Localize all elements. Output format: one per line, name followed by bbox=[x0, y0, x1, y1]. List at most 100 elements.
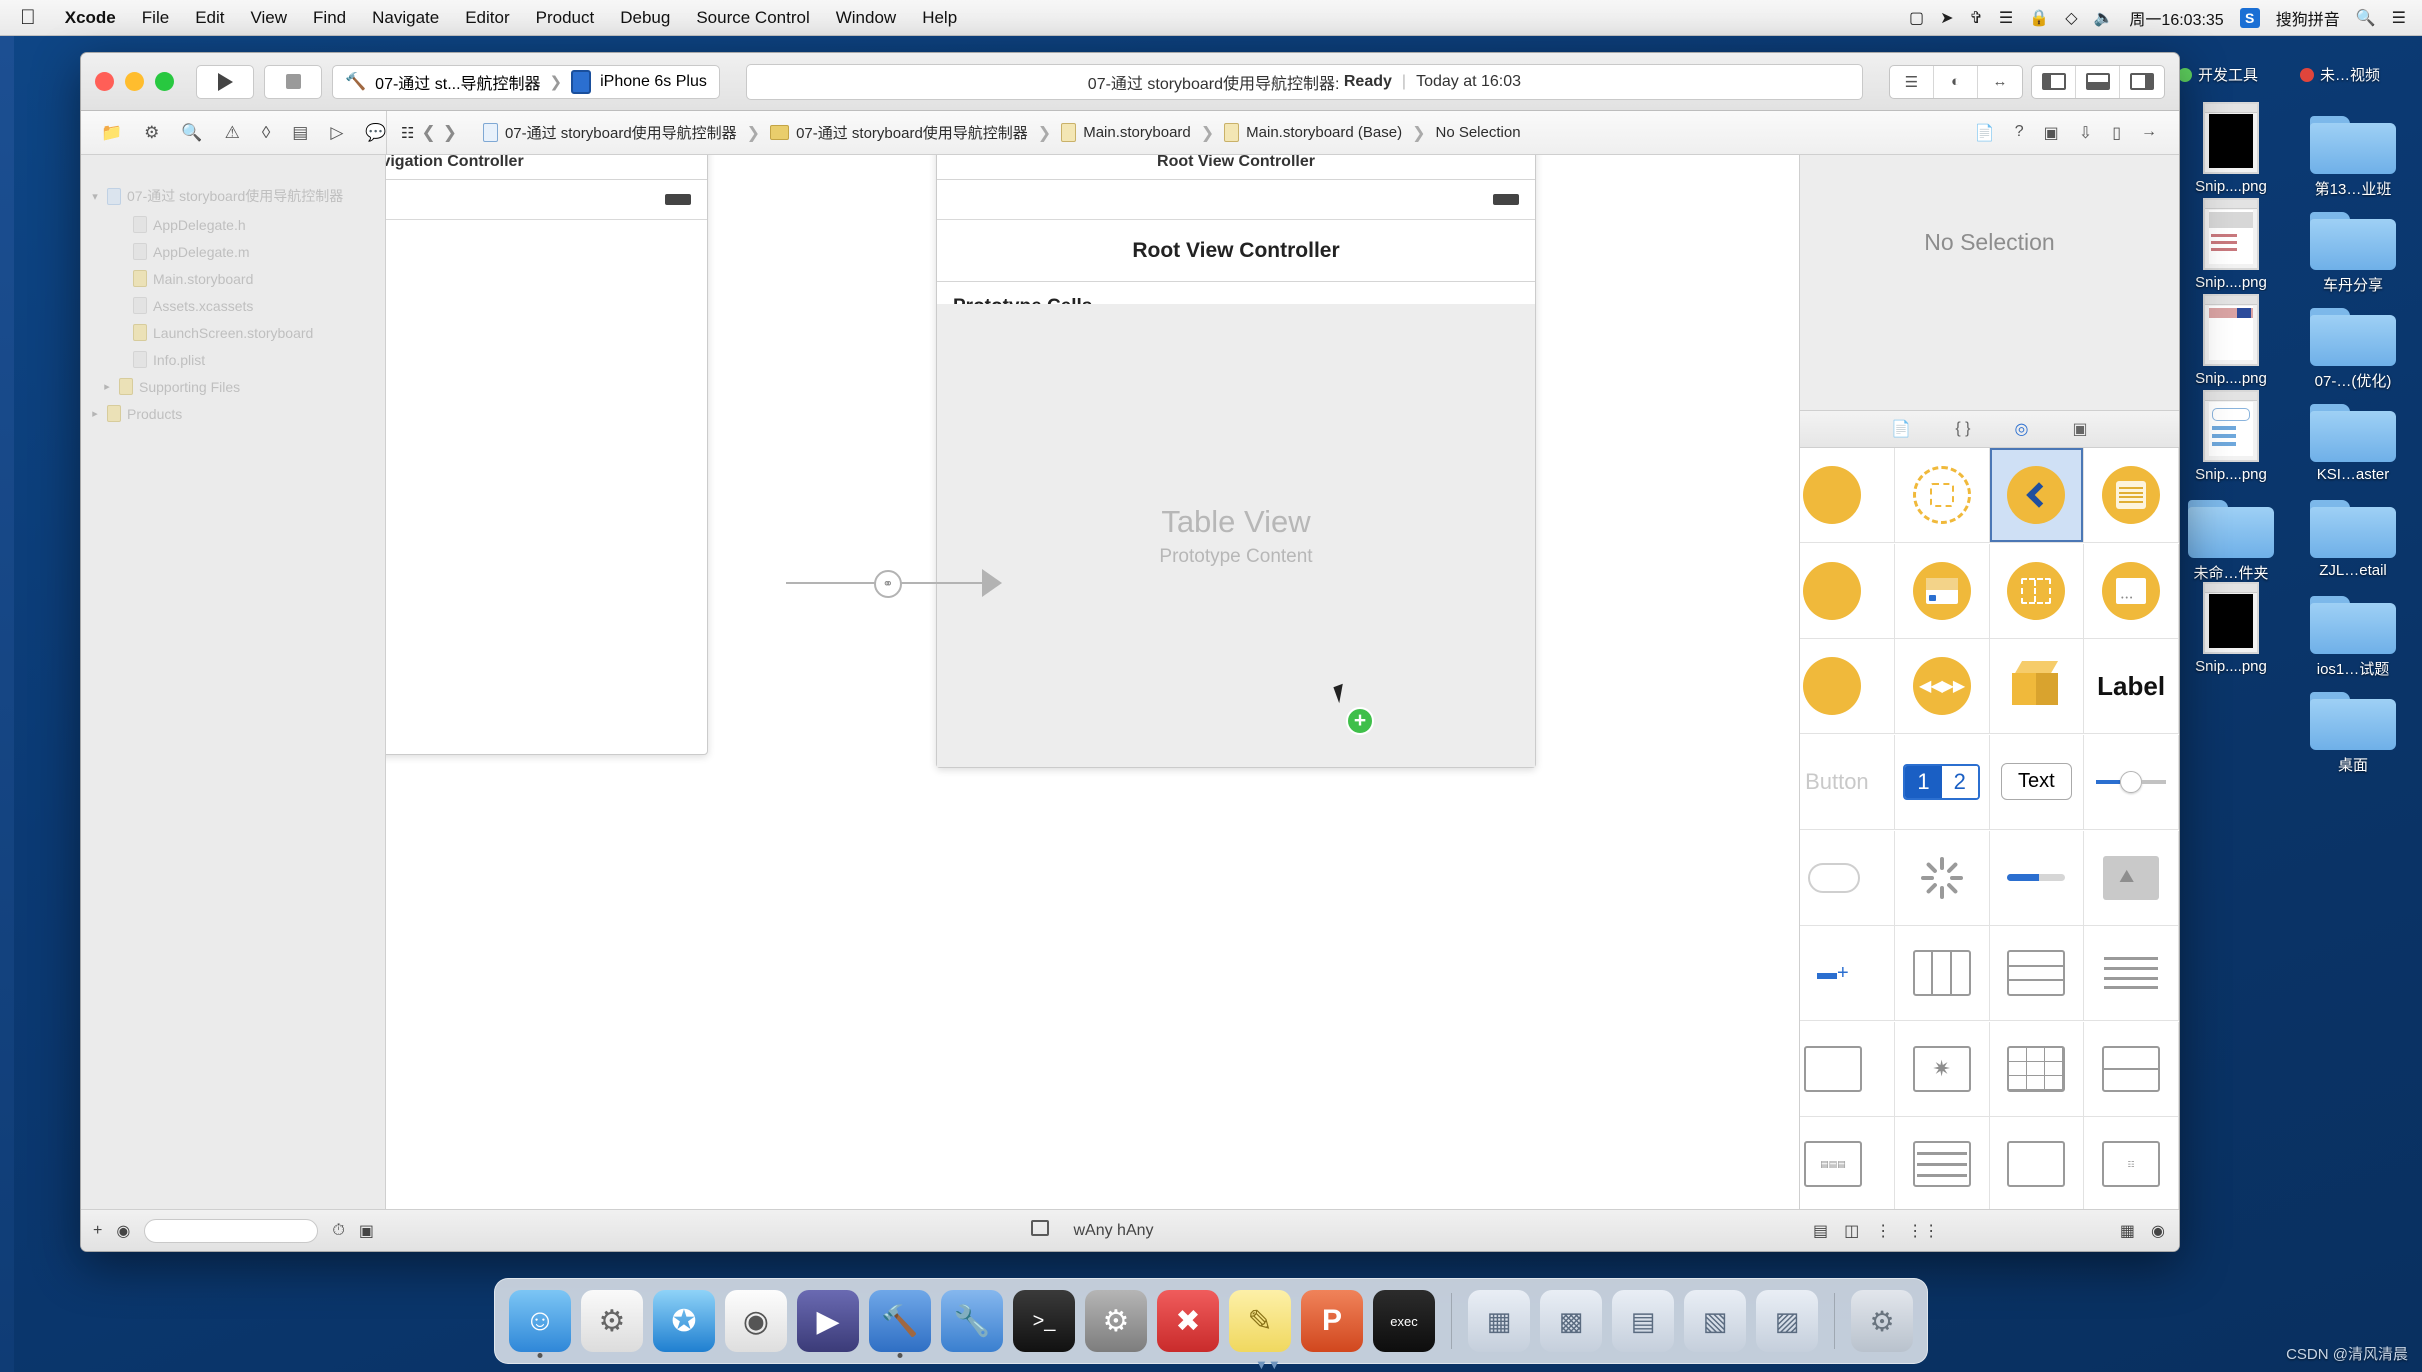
desktop-icon[interactable]: 第13…业班 bbox=[2294, 100, 2412, 199]
xcode-icon[interactable]: 🔨 bbox=[869, 1290, 931, 1358]
container-view-object[interactable] bbox=[1894, 448, 1990, 543]
breakpoint-navigator-icon[interactable]: ▷ bbox=[330, 123, 343, 143]
download-icon[interactable]: ⇩ bbox=[2079, 123, 2092, 143]
menu-item-navigate[interactable]: Navigate bbox=[359, 8, 452, 28]
switch-object[interactable] bbox=[1800, 830, 1895, 926]
hide-icon[interactable]: → bbox=[2141, 123, 2157, 143]
recent-window-2[interactable]: ▩ bbox=[1540, 1290, 1602, 1352]
quicktime-icon[interactable]: ▶ bbox=[797, 1290, 859, 1352]
volume-icon[interactable]: 🔈 bbox=[2094, 8, 2114, 28]
stop-button[interactable] bbox=[264, 64, 322, 99]
forward-chevron-icon[interactable]: ❯ bbox=[443, 123, 457, 143]
maximize-window-button[interactable] bbox=[155, 72, 174, 91]
date-picker-object[interactable]: ☷ bbox=[2084, 1117, 2179, 1213]
embed-icon[interactable]: ⋮⋮ bbox=[1907, 1221, 1939, 1241]
source-control-navigator-icon[interactable]: ⚙ bbox=[144, 123, 159, 143]
table-view-placeholder[interactable]: Table View Prototype Content bbox=[937, 304, 1535, 767]
document-outline-icon[interactable] bbox=[1031, 1220, 1050, 1241]
segmented-control-object[interactable]: 12 bbox=[1894, 734, 1990, 830]
navigation-item-object[interactable] bbox=[1894, 543, 1990, 639]
menu-item-help[interactable]: Help bbox=[909, 8, 970, 28]
disclosure-triangle-icon[interactable]: ▸ bbox=[89, 407, 101, 420]
tree-row[interactable]: AppDelegate.h bbox=[81, 211, 385, 238]
menu-item-view[interactable]: View bbox=[237, 8, 300, 28]
debug-area-toggle-icon[interactable] bbox=[2076, 65, 2120, 98]
menu-item-source-control[interactable]: Source Control bbox=[683, 8, 822, 28]
lock-icon[interactable]: 🔒 bbox=[2029, 8, 2049, 28]
report-navigator-icon[interactable]: 💬 bbox=[365, 123, 386, 143]
utilities-toggle-icon[interactable] bbox=[2120, 66, 2164, 98]
notification-center-icon[interactable]: ☰ bbox=[2392, 8, 2406, 28]
navigation-controller-scene[interactable]: Navigation Controller bbox=[386, 155, 708, 755]
desktop-icon[interactable]: Snip....png bbox=[2172, 196, 2290, 291]
scroll-view-object[interactable]: ✷ bbox=[1894, 1021, 1990, 1117]
desktop-icon[interactable]: Snip....png bbox=[2172, 580, 2290, 675]
xmind-icon[interactable]: ✖ bbox=[1157, 1290, 1219, 1352]
split-view-controller-object[interactable] bbox=[1989, 543, 2085, 639]
relationship-segue[interactable]: ⚭ bbox=[786, 569, 1002, 598]
stepper-object[interactable]: ▬+ bbox=[1800, 926, 1895, 1022]
xcode-beta-icon[interactable]: 🔧 bbox=[941, 1290, 1003, 1352]
image-view-object[interactable] bbox=[2084, 830, 2179, 926]
back-chevron-icon[interactable]: ❮ bbox=[421, 123, 435, 143]
text-view-object[interactable] bbox=[1800, 1021, 1895, 1117]
desktop-icon[interactable]: KSI…aster bbox=[2294, 388, 2412, 483]
root-view-controller-scene[interactable]: Root View Controller Root View Controlle… bbox=[936, 155, 1536, 768]
navigator-toggle-icon[interactable] bbox=[2032, 65, 2076, 98]
issue-navigator-icon[interactable]: ⚠ bbox=[225, 123, 240, 143]
text-field-object[interactable]: Text bbox=[1989, 734, 2085, 830]
standard-editor-icon[interactable]: ☰ bbox=[1890, 65, 1934, 98]
input-method-label[interactable]: 搜狗拼音 bbox=[2276, 6, 2340, 30]
iterm-icon[interactable]: exec bbox=[1373, 1290, 1435, 1352]
table-view-controller-object[interactable] bbox=[2084, 448, 2179, 543]
location-icon[interactable]: ➤ bbox=[1940, 8, 1953, 28]
desktop-tag-dev[interactable]: 开发工具 bbox=[2178, 64, 2258, 85]
toolbar-object[interactable]: ▤▤▤ bbox=[1800, 1117, 1895, 1213]
keynote-icon[interactable]: P bbox=[1301, 1290, 1363, 1352]
desktop-icon[interactable]: Snip....png bbox=[2172, 388, 2290, 483]
recent-window-4[interactable]: ▧ bbox=[1684, 1290, 1746, 1352]
recent-window-1[interactable]: ▦ bbox=[1468, 1290, 1530, 1352]
scene-kit-view-object[interactable] bbox=[1989, 639, 2085, 735]
menu-item-window[interactable]: Window bbox=[823, 8, 909, 28]
collection-view-object[interactable] bbox=[1989, 1021, 2085, 1117]
menubar-clock[interactable]: 周一16:03:35 bbox=[2129, 6, 2223, 30]
disclosure-triangle-icon[interactable]: ▾ bbox=[89, 190, 101, 203]
navigator-filter-field[interactable] bbox=[144, 1218, 319, 1243]
filter-icon[interactable]: ◉ bbox=[116, 1221, 130, 1241]
desktop-icon[interactable]: Snip....png bbox=[2172, 292, 2290, 387]
terminal-icon[interactable]: >_ bbox=[1013, 1290, 1075, 1352]
minimap-icon[interactable]: ▣ bbox=[2044, 123, 2059, 143]
search-bar-object[interactable] bbox=[1894, 1117, 1990, 1213]
add-plus-icon[interactable]: + bbox=[93, 1222, 102, 1240]
breadcrumb-item-storyboard[interactable]: Main.storyboard ❯ bbox=[1061, 123, 1217, 143]
desktop-tag-video[interactable]: 未…视频 bbox=[2300, 64, 2380, 85]
storyboard-canvas[interactable]: Navigation Controller Root View Controll… bbox=[386, 155, 1799, 1251]
tree-row[interactable]: AppDelegate.m bbox=[81, 238, 385, 265]
recent-icon[interactable]: ⏱ bbox=[332, 1222, 344, 1240]
tree-row[interactable]: LaunchScreen.storyboard bbox=[81, 319, 385, 346]
view-object[interactable] bbox=[1989, 1117, 2085, 1213]
desktop-icon[interactable]: 桌面 bbox=[2294, 676, 2412, 775]
avplayer-controller-object[interactable]: ◀◀▶▶ bbox=[1894, 639, 1990, 735]
button-object[interactable]: Button bbox=[1800, 734, 1895, 830]
scheme-selector[interactable]: 🔨 07-通过 st...导航控制器 ❯ iPhone 6s Plus bbox=[332, 64, 720, 99]
test-navigator-icon[interactable]: ◊ bbox=[262, 123, 270, 143]
mouse-app-icon[interactable]: ◉ bbox=[725, 1290, 787, 1352]
menu-item-find[interactable]: Find bbox=[300, 8, 359, 28]
media-library-icon[interactable]: ▣ bbox=[2072, 419, 2087, 439]
object-library-grid[interactable]: ◀◀▶▶ Label Button 12 Text ▬+ bbox=[1800, 448, 2179, 1213]
activity-indicator-object[interactable] bbox=[1894, 830, 1990, 926]
code-snippet-library-icon[interactable]: { } bbox=[1955, 420, 1970, 438]
modified-icon[interactable]: ▣ bbox=[359, 1221, 374, 1241]
breadcrumb-item-storyboard-base[interactable]: Main.storyboard (Base) ❯ bbox=[1224, 123, 1428, 143]
size-class-control[interactable]: wAny hAny bbox=[386, 1220, 1799, 1241]
menu-item-xcode[interactable]: Xcode bbox=[52, 8, 129, 28]
menu-item-product[interactable]: Product bbox=[523, 8, 608, 28]
page-icon[interactable]: 📄 bbox=[1975, 123, 1995, 143]
desktop-icon[interactable]: Snip....png bbox=[2172, 100, 2290, 195]
system-preferences-icon[interactable]: ⚙ bbox=[1085, 1290, 1147, 1352]
related-items-icon[interactable]: ☷ bbox=[401, 124, 414, 142]
notes-icon[interactable]: ✎ bbox=[1229, 1290, 1291, 1352]
safari-icon[interactable]: ✪ bbox=[653, 1290, 715, 1352]
